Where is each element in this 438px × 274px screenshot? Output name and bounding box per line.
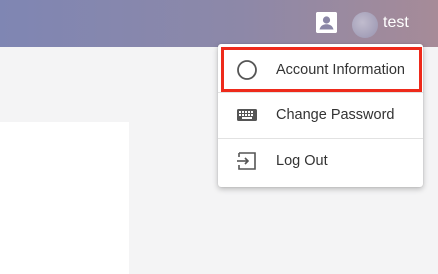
menu-item-account-information[interactable]: Account Information xyxy=(218,47,423,93)
top-bar: test xyxy=(0,0,438,47)
page: test Account Information Change Password… xyxy=(0,0,438,274)
menu-item-label: Account Information xyxy=(276,62,405,78)
account-box-icon[interactable] xyxy=(316,12,337,33)
content-card xyxy=(0,122,129,274)
logout-icon xyxy=(236,150,258,172)
user-dropdown-menu: Account Information Change Password Log … xyxy=(218,44,423,187)
menu-item-label: Log Out xyxy=(276,153,328,169)
avatar[interactable] xyxy=(352,12,378,38)
username-label[interactable]: test xyxy=(383,14,409,32)
menu-item-change-password[interactable]: Change Password xyxy=(218,92,423,138)
circle-outline-icon xyxy=(236,59,258,81)
keyboard-icon xyxy=(236,104,258,126)
menu-item-label: Change Password xyxy=(276,107,395,123)
menu-item-log-out[interactable]: Log Out xyxy=(218,138,423,184)
